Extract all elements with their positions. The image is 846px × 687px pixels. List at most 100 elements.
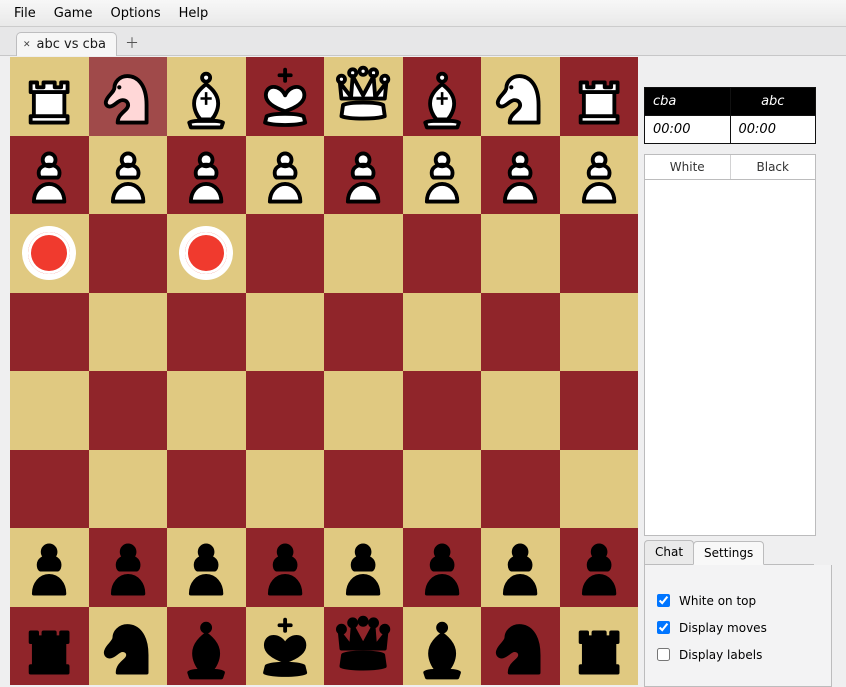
square-a8[interactable] (10, 57, 89, 136)
square-d6[interactable] (246, 214, 325, 293)
menu-options[interactable]: Options (102, 3, 168, 24)
square-b1[interactable] (89, 607, 168, 686)
square-b8[interactable] (89, 57, 168, 136)
square-f6[interactable] (403, 214, 482, 293)
square-e3[interactable] (324, 450, 403, 529)
square-h2[interactable] (560, 528, 639, 607)
piece-black-queen[interactable] (324, 607, 403, 686)
piece-black-pawn[interactable] (481, 528, 560, 607)
square-a6[interactable] (10, 214, 89, 293)
square-h5[interactable] (560, 293, 639, 372)
square-a4[interactable] (10, 371, 89, 450)
square-c3[interactable] (167, 450, 246, 529)
square-h3[interactable] (560, 450, 639, 529)
piece-black-pawn[interactable] (324, 528, 403, 607)
piece-white-pawn[interactable] (10, 136, 89, 215)
square-a2[interactable] (10, 528, 89, 607)
new-tab-button[interactable]: ＋ (119, 31, 145, 55)
square-e4[interactable] (324, 371, 403, 450)
piece-white-pawn[interactable] (89, 136, 168, 215)
checkbox-display-moves[interactable] (657, 621, 670, 634)
move-target-indicator[interactable] (25, 229, 73, 277)
setting-display-moves[interactable]: Display moves (653, 618, 823, 637)
square-c8[interactable] (167, 57, 246, 136)
square-g2[interactable] (481, 528, 560, 607)
square-e1[interactable] (324, 607, 403, 686)
square-d7[interactable] (246, 136, 325, 215)
square-e2[interactable] (324, 528, 403, 607)
piece-black-pawn[interactable] (89, 528, 168, 607)
piece-white-knight[interactable] (481, 57, 560, 136)
piece-black-king[interactable] (246, 607, 325, 686)
square-b6[interactable] (89, 214, 168, 293)
square-d3[interactable] (246, 450, 325, 529)
piece-black-knight[interactable] (481, 607, 560, 686)
square-b3[interactable] (89, 450, 168, 529)
move-target-indicator[interactable] (182, 229, 230, 277)
square-f1[interactable] (403, 607, 482, 686)
square-c1[interactable] (167, 607, 246, 686)
piece-white-king[interactable] (246, 57, 325, 136)
piece-black-pawn[interactable] (560, 528, 639, 607)
menu-file[interactable]: File (6, 3, 44, 24)
square-c4[interactable] (167, 371, 246, 450)
square-h8[interactable] (560, 57, 639, 136)
square-h1[interactable] (560, 607, 639, 686)
square-a7[interactable] (10, 136, 89, 215)
piece-black-pawn[interactable] (403, 528, 482, 607)
piece-black-bishop[interactable] (403, 607, 482, 686)
close-icon[interactable]: ✕ (23, 40, 31, 49)
square-b4[interactable] (89, 371, 168, 450)
square-f2[interactable] (403, 528, 482, 607)
piece-white-bishop[interactable] (167, 57, 246, 136)
square-g5[interactable] (481, 293, 560, 372)
square-g6[interactable] (481, 214, 560, 293)
square-g7[interactable] (481, 136, 560, 215)
square-e6[interactable] (324, 214, 403, 293)
square-g8[interactable] (481, 57, 560, 136)
square-g4[interactable] (481, 371, 560, 450)
square-c6[interactable] (167, 214, 246, 293)
chessboard[interactable] (10, 57, 638, 685)
square-d8[interactable] (246, 57, 325, 136)
piece-white-pawn[interactable] (246, 136, 325, 215)
square-h6[interactable] (560, 214, 639, 293)
piece-white-pawn[interactable] (167, 136, 246, 215)
piece-white-pawn[interactable] (481, 136, 560, 215)
square-e5[interactable] (324, 293, 403, 372)
checkbox-display-labels[interactable] (657, 648, 670, 661)
square-b7[interactable] (89, 136, 168, 215)
setting-display-labels[interactable]: Display labels (653, 645, 823, 664)
piece-white-pawn[interactable] (403, 136, 482, 215)
checkbox-white-on-top[interactable] (657, 594, 670, 607)
square-a3[interactable] (10, 450, 89, 529)
square-c7[interactable] (167, 136, 246, 215)
piece-black-bishop[interactable] (167, 607, 246, 686)
piece-white-rook[interactable] (10, 57, 89, 136)
tab-settings[interactable]: Settings (693, 541, 764, 565)
square-b2[interactable] (89, 528, 168, 607)
piece-black-rook[interactable] (560, 607, 639, 686)
square-f4[interactable] (403, 371, 482, 450)
square-f3[interactable] (403, 450, 482, 529)
setting-white-on-top[interactable]: White on top (653, 591, 823, 610)
piece-black-pawn[interactable] (10, 528, 89, 607)
piece-white-knight[interactable] (89, 57, 168, 136)
piece-black-knight[interactable] (89, 607, 168, 686)
square-c5[interactable] (167, 293, 246, 372)
piece-black-rook[interactable] (10, 607, 89, 686)
tab-chat[interactable]: Chat (644, 540, 694, 564)
moves-list[interactable] (644, 180, 816, 536)
square-e7[interactable] (324, 136, 403, 215)
square-d5[interactable] (246, 293, 325, 372)
square-a1[interactable] (10, 607, 89, 686)
square-h4[interactable] (560, 371, 639, 450)
piece-black-pawn[interactable] (246, 528, 325, 607)
square-f7[interactable] (403, 136, 482, 215)
square-g1[interactable] (481, 607, 560, 686)
square-d2[interactable] (246, 528, 325, 607)
piece-black-pawn[interactable] (167, 528, 246, 607)
menu-help[interactable]: Help (171, 3, 217, 24)
square-b5[interactable] (89, 293, 168, 372)
square-e8[interactable] (324, 57, 403, 136)
